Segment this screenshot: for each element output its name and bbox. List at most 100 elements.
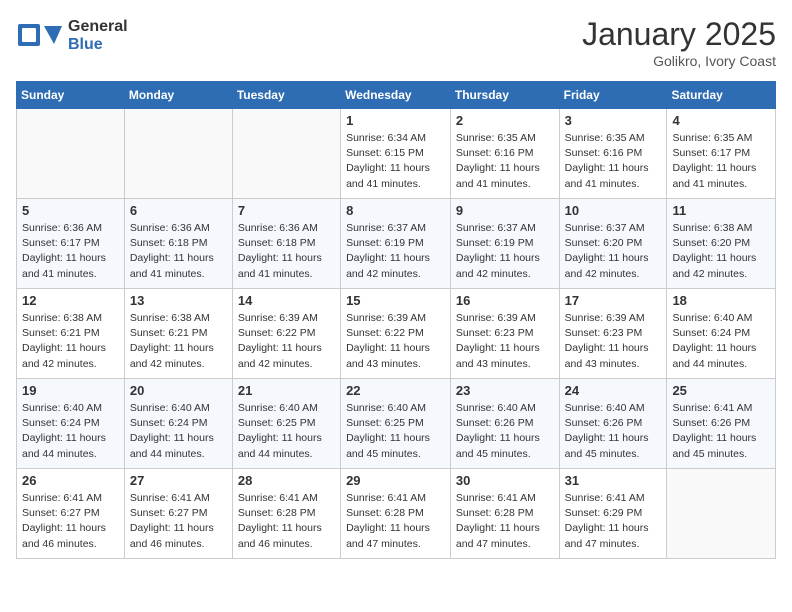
calendar-cell: 2Sunrise: 6:35 AMSunset: 6:16 PMDaylight… (450, 109, 559, 199)
sunset-text: Sunset: 6:21 PM (22, 326, 119, 341)
daylight-text: Daylight: 11 hoursand 47 minutes. (346, 521, 445, 551)
calendar-cell: 24 Sunrise: 6:40 AMSunset: 6:26 PMDayligh… (559, 379, 667, 469)
sunrise-text: Sunrise: 6:39 AM (238, 311, 335, 326)
sunset-text: Sunset: 6:24 PM (130, 416, 227, 431)
day-detail: Sunrise: 6:40 AMSunset: 6:24 PMDaylight:… (672, 311, 770, 372)
daylight-text: Daylight: 11 hoursand 44 minutes. (672, 341, 770, 371)
calendar-cell: 29Sunrise: 6:41 AMSunset: 6:28 PMDayligh… (341, 469, 451, 559)
daylight-text: Daylight: 11 hoursand 42 minutes. (346, 251, 445, 281)
calendar-cell: 3Sunrise: 6:35 AMSunset: 6:16 PMDaylight… (559, 109, 667, 199)
sunset-text: Sunset: 6:20 PM (672, 236, 770, 251)
day-detail: Sunrise: 6:38 AMSunset: 6:21 PMDaylight:… (130, 311, 227, 372)
day-number: 12 (22, 293, 119, 308)
daylight-text: Daylight: 11 hoursand 41 minutes. (130, 251, 227, 281)
daylight-text: Daylight: 11 hoursand 44 minutes. (238, 431, 335, 461)
sunset-text: Sunset: 6:25 PM (346, 416, 445, 431)
day-detail: Sunrise: 6:41 AMSunset: 6:28 PMDaylight:… (238, 491, 335, 552)
weekday-header-monday: Monday (124, 82, 232, 109)
calendar-cell (124, 109, 232, 199)
day-number: 28 (238, 473, 335, 488)
calendar-cell: 17Sunrise: 6:39 AMSunset: 6:23 PMDayligh… (559, 289, 667, 379)
day-number: 4 (672, 113, 770, 128)
day-detail: Sunrise: 6:36 AMSunset: 6:17 PMDaylight:… (22, 221, 119, 282)
day-detail: Sunrise: 6:34 AMSunset: 6:15 PMDaylight:… (346, 131, 445, 192)
day-number: 24 (565, 383, 662, 398)
calendar-cell: 5 Sunrise: 6:36 AMSunset: 6:17 PMDaylight… (17, 199, 125, 289)
daylight-text: Daylight: 11 hoursand 42 minutes. (130, 341, 227, 371)
sunrise-text: Sunrise: 6:35 AM (456, 131, 554, 146)
calendar-cell: 11Sunrise: 6:38 AMSunset: 6:20 PMDayligh… (667, 199, 776, 289)
day-number: 5 (22, 203, 119, 218)
month-title: January 2025 (582, 16, 776, 53)
daylight-text: Daylight: 11 hoursand 46 minutes. (238, 521, 335, 551)
day-detail: Sunrise: 6:40 AMSunset: 6:26 PMDaylight:… (456, 401, 554, 462)
sunset-text: Sunset: 6:21 PM (130, 326, 227, 341)
daylight-text: Daylight: 11 hoursand 45 minutes. (346, 431, 445, 461)
calendar-cell: 28 Sunrise: 6:41 AMSunset: 6:28 PMDayligh… (232, 469, 340, 559)
sunset-text: Sunset: 6:24 PM (672, 326, 770, 341)
day-detail: Sunrise: 6:41 AMSunset: 6:28 PMDaylight:… (456, 491, 554, 552)
calendar-cell: 31Sunrise: 6:41 AMSunset: 6:29 PMDayligh… (559, 469, 667, 559)
calendar-week-3: 12 Sunrise: 6:38 AMSunset: 6:21 PMDayligh… (17, 289, 776, 379)
calendar-cell: 1Sunrise: 6:34 AMSunset: 6:15 PMDaylight… (341, 109, 451, 199)
calendar-cell: 25Sunrise: 6:41 AMSunset: 6:26 PMDayligh… (667, 379, 776, 469)
daylight-text: Daylight: 11 hoursand 42 minutes. (22, 341, 119, 371)
sunrise-text: Sunrise: 6:41 AM (130, 491, 227, 506)
sunrise-text: Sunrise: 6:39 AM (565, 311, 662, 326)
sunset-text: Sunset: 6:19 PM (346, 236, 445, 251)
sunset-text: Sunset: 6:27 PM (22, 506, 119, 521)
daylight-text: Daylight: 11 hoursand 42 minutes. (238, 341, 335, 371)
day-number: 25 (672, 383, 770, 398)
day-number: 16 (456, 293, 554, 308)
calendar-cell: 23 Sunrise: 6:40 AMSunset: 6:26 PMDayligh… (450, 379, 559, 469)
sunset-text: Sunset: 6:26 PM (672, 416, 770, 431)
location-subtitle: Golikro, Ivory Coast (582, 53, 776, 69)
calendar-cell: 7Sunrise: 6:36 AMSunset: 6:18 PMDaylight… (232, 199, 340, 289)
day-number: 19 (22, 383, 119, 398)
sunrise-text: Sunrise: 6:37 AM (456, 221, 554, 236)
daylight-text: Daylight: 11 hoursand 45 minutes. (672, 431, 770, 461)
logo: General Blue (16, 16, 128, 56)
calendar-cell: 16 Sunrise: 6:39 AMSunset: 6:23 PMDayligh… (450, 289, 559, 379)
day-number: 13 (130, 293, 227, 308)
day-detail: Sunrise: 6:40 AMSunset: 6:26 PMDaylight:… (565, 401, 662, 462)
sunset-text: Sunset: 6:25 PM (238, 416, 335, 431)
day-number: 30 (456, 473, 554, 488)
day-detail: Sunrise: 6:35 AMSunset: 6:16 PMDaylight:… (565, 131, 662, 192)
sunrise-text: Sunrise: 6:40 AM (22, 401, 119, 416)
sunset-text: Sunset: 6:18 PM (130, 236, 227, 251)
day-number: 8 (346, 203, 445, 218)
calendar-cell: 10Sunrise: 6:37 AMSunset: 6:20 PMDayligh… (559, 199, 667, 289)
calendar-cell: 18Sunrise: 6:40 AMSunset: 6:24 PMDayligh… (667, 289, 776, 379)
calendar-cell (232, 109, 340, 199)
sunrise-text: Sunrise: 6:38 AM (672, 221, 770, 236)
daylight-text: Daylight: 11 hoursand 46 minutes. (22, 521, 119, 551)
daylight-text: Daylight: 11 hoursand 41 minutes. (456, 161, 554, 191)
day-detail: Sunrise: 6:39 AMSunset: 6:23 PMDaylight:… (456, 311, 554, 372)
day-detail: Sunrise: 6:35 AMSunset: 6:17 PMDaylight:… (672, 131, 770, 192)
sunrise-text: Sunrise: 6:40 AM (346, 401, 445, 416)
sunrise-text: Sunrise: 6:40 AM (672, 311, 770, 326)
day-number: 9 (456, 203, 554, 218)
day-detail: Sunrise: 6:40 AMSunset: 6:25 PMDaylight:… (346, 401, 445, 462)
day-detail: Sunrise: 6:41 AMSunset: 6:29 PMDaylight:… (565, 491, 662, 552)
calendar-cell: 12 Sunrise: 6:38 AMSunset: 6:21 PMDayligh… (17, 289, 125, 379)
day-number: 6 (130, 203, 227, 218)
calendar-cell: 30 Sunrise: 6:41 AMSunset: 6:28 PMDayligh… (450, 469, 559, 559)
day-number: 15 (346, 293, 445, 308)
calendar-cell: 14Sunrise: 6:39 AMSunset: 6:22 PMDayligh… (232, 289, 340, 379)
day-detail: Sunrise: 6:39 AMSunset: 6:23 PMDaylight:… (565, 311, 662, 372)
day-detail: Sunrise: 6:40 AMSunset: 6:25 PMDaylight:… (238, 401, 335, 462)
daylight-text: Daylight: 11 hoursand 41 minutes. (672, 161, 770, 191)
day-detail: Sunrise: 6:39 AMSunset: 6:22 PMDaylight:… (238, 311, 335, 372)
day-detail: Sunrise: 6:36 AMSunset: 6:18 PMDaylight:… (238, 221, 335, 282)
sunrise-text: Sunrise: 6:37 AM (565, 221, 662, 236)
day-detail: Sunrise: 6:38 AMSunset: 6:21 PMDaylight:… (22, 311, 119, 372)
weekday-header-saturday: Saturday (667, 82, 776, 109)
daylight-text: Daylight: 11 hoursand 47 minutes. (565, 521, 662, 551)
daylight-text: Daylight: 11 hoursand 43 minutes. (565, 341, 662, 371)
calendar-week-4: 19 Sunrise: 6:40 AM Sunset: 6:24 PM Dayligh… (17, 379, 776, 469)
sunset-text: Sunset: 6:23 PM (565, 326, 662, 341)
day-number: 23 (456, 383, 554, 398)
sunset-text: Sunset: 6:29 PM (565, 506, 662, 521)
